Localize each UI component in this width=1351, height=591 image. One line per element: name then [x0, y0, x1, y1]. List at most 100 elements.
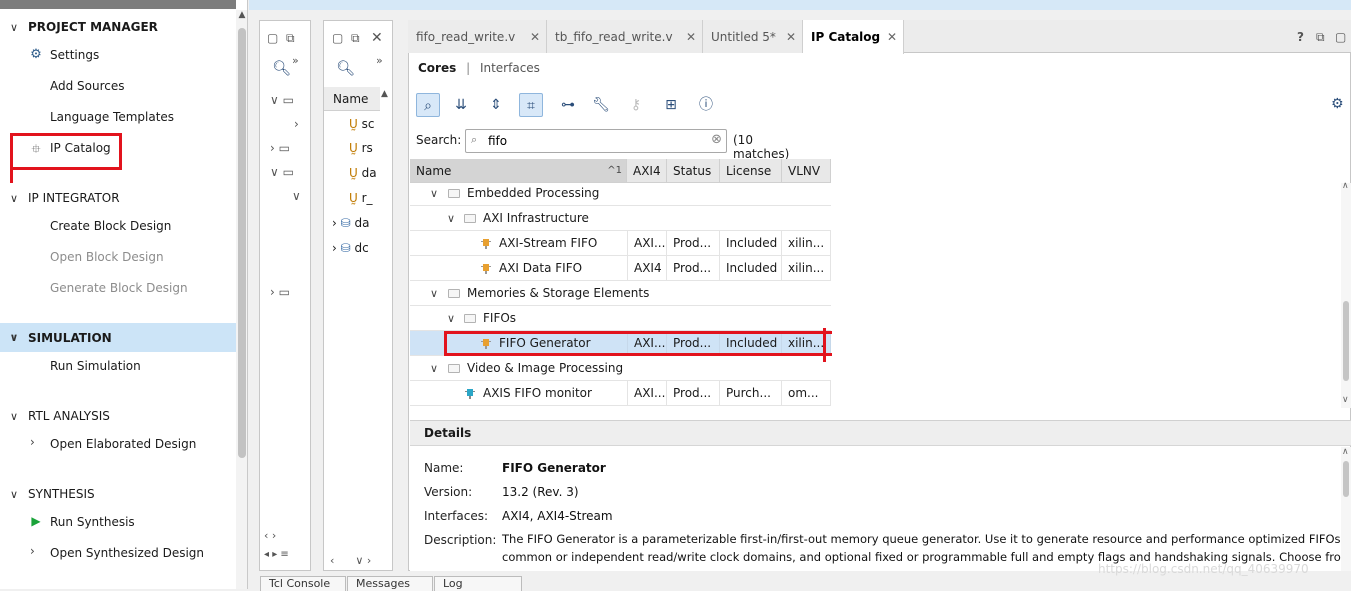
nav-language-templates[interactable]: Language Templates	[0, 105, 236, 129]
scrollbar-thumb[interactable]	[1343, 301, 1349, 381]
minimize-icon[interactable]: ▢	[332, 31, 343, 45]
chevron-down-icon[interactable]: ∨ ▭	[270, 165, 294, 179]
settings-gear-icon[interactable]: ⚙	[1331, 96, 1344, 112]
tab-ip-catalog[interactable]: IP Catalog ✕	[803, 20, 904, 54]
close-icon[interactable]: ✕	[887, 30, 897, 44]
section-rtl-analysis[interactable]: ∨ RTL ANALYSIS	[0, 402, 236, 430]
close-icon[interactable]: ✕	[530, 30, 540, 44]
source-file-row[interactable]: Ṵ sc	[349, 112, 374, 136]
column-header-name[interactable]: Name ^1	[410, 159, 627, 183]
table-row[interactable]: ∨ Memories & Storage Elements	[410, 281, 831, 306]
subtab-interfaces[interactable]: Interfaces	[480, 61, 540, 75]
chevron-right-icon[interactable]: ›	[30, 544, 35, 558]
scroll-left-icon[interactable]: ‹ ›	[264, 529, 276, 542]
info-icon[interactable]: ⓘ	[694, 93, 718, 117]
chip-icon[interactable]: ⊞	[659, 93, 683, 117]
help-icon[interactable]: ?	[1297, 30, 1304, 44]
ip-table: Name ^1 AXI4 Status License VLNV ∨ Embed…	[410, 159, 831, 409]
source-file-row[interactable]: Ṵ rs	[349, 136, 373, 160]
more-icon[interactable]: »	[292, 54, 299, 67]
source-ip-row[interactable]: › ⛁ da	[332, 211, 370, 235]
chevron-right-icon[interactable]: › ▭	[270, 285, 290, 299]
table-row[interactable]: AXI Data FIFO AXI4 Prod... Included xili…	[410, 256, 831, 281]
chevron-right-icon[interactable]: ›	[332, 216, 337, 230]
chevron-right-icon[interactable]: ›	[294, 117, 299, 131]
section-ip-integrator[interactable]: ∨ IP INTEGRATOR	[0, 184, 236, 212]
details-scrollbar[interactable]: ∧	[1341, 447, 1351, 571]
minimize-icon[interactable]: ▢	[267, 31, 278, 45]
flow-navigator-scrollbar[interactable]: ▲	[236, 10, 247, 589]
scrollbar-thumb[interactable]	[238, 28, 246, 458]
search-icon[interactable]: 🔍︎	[272, 59, 291, 77]
search-icon[interactable]: ⌕	[416, 93, 440, 117]
scrollbar-thumb[interactable]	[1343, 461, 1349, 497]
subtab-cores[interactable]: Cores	[418, 61, 456, 75]
float-icon[interactable]: ⧉	[1316, 30, 1325, 45]
source-ip-row[interactable]: › ⛁ dc	[332, 236, 369, 260]
close-icon[interactable]: ✕	[686, 30, 696, 44]
expand-all-icon[interactable]: ⇕	[484, 93, 508, 117]
scroll-down-icon[interactable]: ∨	[1342, 395, 1349, 405]
table-row[interactable]: ∨ Video & Image Processing	[410, 356, 831, 381]
close-icon[interactable]: ✕	[371, 30, 383, 46]
tab-tb-fifo-read-write[interactable]: tb_fifo_read_write.v ✕	[547, 20, 703, 53]
table-row[interactable]: ∨ Embedded Processing	[410, 181, 831, 206]
column-header-vlnv[interactable]: VLNV	[782, 159, 831, 183]
clear-search-icon[interactable]: ⊗	[711, 132, 722, 147]
scroll-up-icon[interactable]: ∧	[1342, 447, 1349, 457]
hierarchy-icon[interactable]: ⊶	[556, 93, 580, 117]
chevron-right-icon[interactable]: ›	[30, 435, 35, 449]
float-icon[interactable]: ⧉	[286, 31, 295, 46]
nav-add-sources[interactable]: Add Sources	[0, 74, 236, 98]
table-row[interactable]: AXI-Stream FIFO AXI... Prod... Included …	[410, 231, 831, 256]
table-scrollbar[interactable]: ∧ ∨	[1341, 181, 1351, 408]
table-row[interactable]: ∨ FIFOs	[410, 306, 831, 331]
table-row[interactable]: ∨ AXI Infrastructure	[410, 206, 831, 231]
column-header-status[interactable]: Status	[667, 159, 720, 183]
collapse-all-icon[interactable]: ⇊	[449, 93, 473, 117]
maximize-icon[interactable]: ▢	[1335, 30, 1346, 44]
chevron-down-icon[interactable]: ∨	[430, 281, 438, 306]
chevron-right-icon[interactable]: › ▭	[270, 141, 290, 155]
panel-nav-icon[interactable]: ◂ ▸ ≡	[264, 549, 289, 560]
nav-open-block-design[interactable]: Open Block Design	[0, 245, 236, 269]
scroll-up-icon[interactable]: ▲	[236, 10, 247, 20]
search-input[interactable]	[488, 133, 703, 149]
nav-generate-block-design[interactable]: Generate Block Design	[0, 276, 236, 300]
close-icon[interactable]: ✕	[786, 30, 796, 44]
wrench-icon[interactable]: 🔧︎	[589, 93, 613, 117]
scroll-arrows-icon[interactable]: ‹ ∨ ›	[330, 554, 371, 567]
chevron-down-icon[interactable]: ∨	[430, 181, 438, 206]
float-icon[interactable]: ⧉	[351, 31, 360, 46]
chevron-down-icon[interactable]: ∨ ▭	[270, 93, 294, 107]
chevron-right-icon[interactable]: ›	[332, 241, 337, 255]
tab-untitled-5[interactable]: Untitled 5* ✕	[703, 20, 803, 53]
scroll-up-icon[interactable]: ▲	[381, 89, 388, 99]
chevron-down-icon[interactable]: ∨	[292, 189, 301, 203]
source-file-row[interactable]: Ṵ da	[349, 161, 377, 185]
key-icon[interactable]: ⚷	[624, 93, 648, 117]
nav-settings[interactable]: ⚙ Settings	[0, 43, 236, 67]
filter-icon[interactable]: ⌗	[519, 93, 543, 117]
source-file-row[interactable]: Ṵ r_	[349, 186, 373, 210]
section-synthesis[interactable]: ∨ SYNTHESIS	[0, 480, 236, 508]
column-header-axi4[interactable]: AXI4	[627, 159, 667, 183]
chevron-down-icon[interactable]: ∨	[447, 306, 455, 331]
section-simulation[interactable]: ∨ SIMULATION	[0, 323, 236, 352]
section-project-manager[interactable]: ∨ PROJECT MANAGER	[0, 13, 236, 41]
chevron-down-icon[interactable]: ∨	[447, 206, 455, 231]
search-icon[interactable]: 🔍︎	[336, 59, 355, 77]
nav-open-elaborated-design[interactable]: › Open Elaborated Design	[0, 432, 236, 456]
column-header-license[interactable]: License	[720, 159, 782, 183]
sources-column-header[interactable]: Name	[324, 87, 380, 111]
nav-run-simulation[interactable]: Run Simulation	[0, 354, 236, 378]
chevron-down-icon[interactable]: ∨	[430, 356, 438, 381]
tab-fifo-read-write[interactable]: fifo_read_write.v ✕	[408, 20, 547, 53]
nav-create-block-design[interactable]: Create Block Design	[0, 214, 236, 238]
table-row[interactable]: AXIS FIFO monitor AXI... Prod... Purch..…	[410, 381, 831, 406]
search-field[interactable]: ⌕ ⊗	[465, 129, 727, 153]
more-icon[interactable]: »	[376, 54, 383, 67]
scroll-up-icon[interactable]: ∧	[1342, 181, 1349, 191]
nav-run-synthesis[interactable]: ▶ Run Synthesis	[0, 510, 236, 534]
nav-open-synthesized-design[interactable]: › Open Synthesized Design	[0, 541, 236, 565]
